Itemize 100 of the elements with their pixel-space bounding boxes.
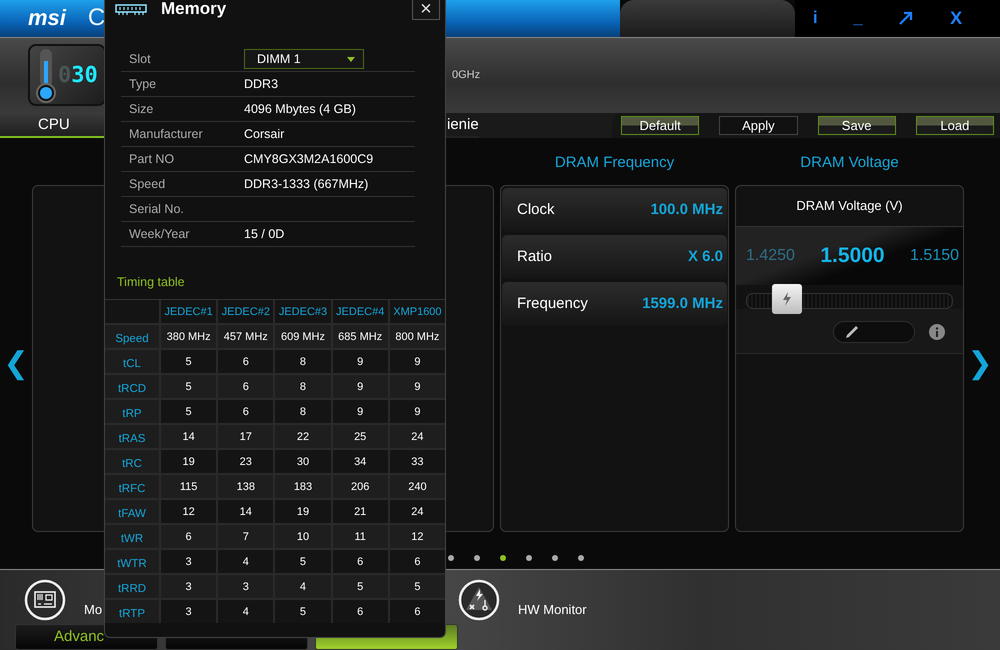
table-cell: 19: [161, 450, 216, 473]
field-label: Type: [128, 77, 158, 91]
row-header: tFAW: [105, 500, 159, 523]
field-label: Speed: [128, 177, 166, 191]
slot-dropdown[interactable]: DIMM 1: [244, 49, 364, 69]
pencil-icon: [844, 324, 860, 340]
table-cell: 17: [218, 425, 274, 448]
action-button[interactable]: Load: [916, 116, 994, 135]
table-cell: 24: [390, 425, 445, 448]
table-cell: 6: [332, 550, 388, 573]
table-cell: 4: [218, 550, 274, 573]
row-header: tRTP: [105, 600, 159, 623]
table-cell: 9: [390, 350, 445, 373]
frequency-row[interactable]: Clock 100.0 MHz: [502, 188, 727, 232]
table-cell: 30: [275, 450, 331, 473]
frequency-value: 100.0 MHz: [650, 201, 723, 218]
table-cell: 9: [332, 375, 388, 398]
section-heading: DRAM Voltage: [799, 152, 900, 173]
table-cell: 19: [275, 500, 331, 523]
table-cell: 9: [390, 375, 445, 398]
field-label: Week/Year: [128, 227, 190, 241]
edit-field[interactable]: [833, 320, 915, 343]
table-cell: 11: [332, 525, 388, 548]
slider-thumb[interactable]: [772, 284, 802, 314]
field-label: Slot: [128, 52, 152, 66]
row-header: tRC: [105, 450, 159, 473]
table-cell: 5: [275, 550, 331, 573]
table-cell: 380 MHz: [161, 325, 216, 348]
module-label: HW Monitor: [518, 602, 587, 618]
table-cell: 206: [332, 475, 388, 498]
voltage-value: 1.5000: [820, 244, 885, 268]
table-cell: 6: [218, 350, 274, 373]
table-cell: 5: [275, 600, 331, 623]
frequency-row[interactable]: Ratio X 6.0: [502, 234, 727, 279]
table-cell: 3: [161, 600, 216, 623]
page-dot[interactable]: [578, 555, 584, 561]
table-cell: 8: [275, 350, 331, 373]
table-cell: 609 MHz: [275, 325, 331, 348]
table-cell: 14: [218, 500, 274, 523]
table-cell: 34: [332, 450, 388, 473]
row-header: tRAS: [105, 425, 159, 448]
minimize-button[interactable]: _: [853, 8, 863, 28]
page-dot[interactable]: [500, 555, 506, 561]
table-cell: 6: [390, 600, 445, 623]
table-cell: 685 MHz: [332, 325, 388, 348]
column-header: JEDEC#4: [332, 300, 388, 323]
section-heading: DRAM Frequency: [554, 152, 676, 173]
page-dot[interactable]: [552, 555, 558, 561]
frequency-label: Frequency: [517, 295, 588, 312]
row-header: tWR: [105, 525, 159, 548]
table-cell: 138: [218, 475, 274, 498]
table-cell: 9: [332, 400, 388, 423]
monitor-icon[interactable]: [458, 578, 500, 621]
table-cell: 5: [332, 575, 388, 598]
field-value: 15 / 0D: [244, 227, 284, 241]
frequency-value: X 6.0: [688, 248, 723, 266]
action-button[interactable]: Default: [621, 116, 700, 135]
thermometer-icon: [34, 47, 58, 104]
info-icon[interactable]: [929, 324, 945, 340]
voltage-value: 1.5150: [910, 246, 959, 265]
table-cell: 115: [161, 475, 216, 498]
table-cell: 8: [275, 375, 331, 398]
frequency-value: 1599.0 MHz: [642, 295, 723, 312]
section-heading: Timing table: [116, 274, 186, 291]
action-button[interactable]: Save: [818, 116, 896, 135]
close-button[interactable]: X: [950, 8, 962, 29]
voltage-value: 1.4250: [746, 246, 795, 265]
next-button[interactable]: ❯: [964, 345, 996, 382]
table-cell: 5: [390, 575, 445, 598]
field-value: 4096 Mbytes (4 GB): [244, 102, 356, 116]
action-button[interactable]: Apply: [719, 116, 798, 135]
table-cell: 5: [161, 400, 216, 423]
app-title: C: [88, 4, 106, 32]
table-cell: 10: [275, 525, 331, 548]
tab[interactable]: CPU: [0, 112, 105, 138]
frequency-row[interactable]: Frequency 1599.0 MHz: [502, 282, 727, 326]
field-value: DDR3: [244, 77, 278, 91]
field-label: Manufacturer: [128, 127, 204, 141]
table-cell: 6: [332, 600, 388, 623]
info-button[interactable]: i: [812, 8, 818, 28]
table-cell: 24: [390, 500, 445, 523]
page-dot[interactable]: [474, 555, 480, 561]
table-cell: 800 MHz: [390, 325, 445, 348]
frequency-label: Ratio: [517, 248, 552, 266]
table-cell: 33: [390, 450, 445, 473]
logo: msi: [28, 5, 66, 32]
previous-button[interactable]: ❮: [0, 345, 32, 382]
table-cell: 5: [161, 350, 216, 373]
module-label: Mo: [84, 602, 102, 618]
table-cell: 6: [218, 375, 274, 398]
column-header: XMP1600: [390, 300, 445, 323]
table-cell: 3: [161, 575, 216, 598]
field-value: CMY8GX3M2A1600C9: [244, 152, 374, 166]
page-dot[interactable]: [448, 555, 454, 561]
motherboard-icon[interactable]: [24, 578, 66, 621]
page-dot[interactable]: [526, 555, 532, 561]
arrow-icon[interactable]: [898, 11, 914, 26]
column-header: JEDEC#2: [218, 300, 274, 323]
close-button[interactable]: ×: [412, 0, 440, 20]
field-label: Serial No.: [128, 202, 185, 216]
